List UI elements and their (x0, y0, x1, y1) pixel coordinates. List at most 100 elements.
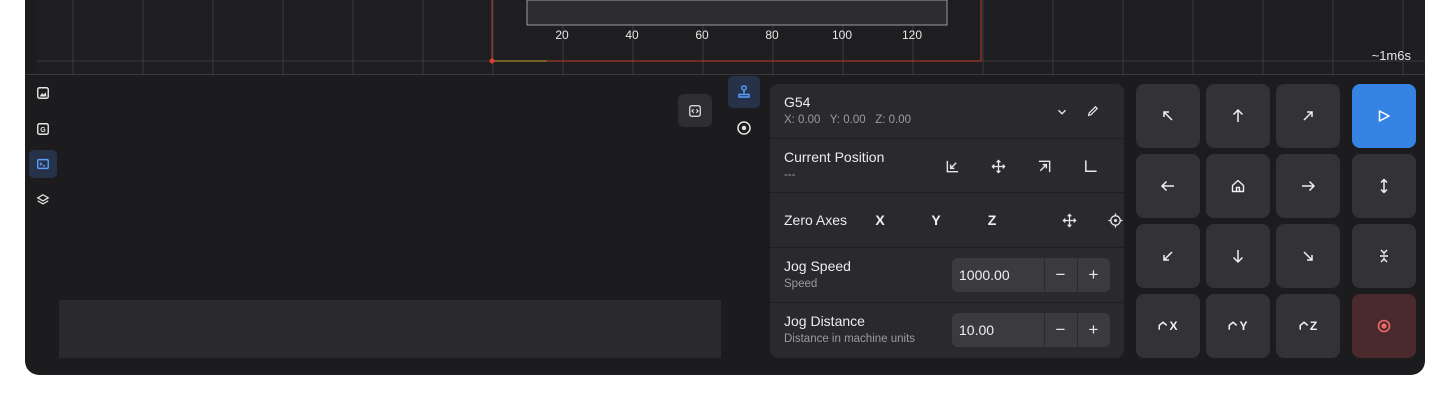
wcs-edit-button[interactable] (1081, 99, 1105, 123)
zero-z-button[interactable]: Z (980, 212, 1004, 228)
x-tick-label: 120 (902, 28, 922, 42)
visualizer-canvas[interactable]: 20 40 60 80 100 120 ~1m6s (37, 0, 1425, 74)
arrow-up-icon (1232, 108, 1244, 122)
svg-text:G: G (40, 127, 46, 134)
go-to-max-button[interactable] (1032, 154, 1056, 178)
gcode-view-button[interactable]: G (29, 115, 57, 143)
jog-speed-input[interactable]: 1000.00 (959, 267, 1010, 283)
x-tick-label: 20 (555, 28, 569, 42)
jog-speed-subtitle: Speed (784, 278, 818, 290)
image-view-button[interactable] (29, 79, 57, 107)
arrow-up-right-icon (1303, 111, 1313, 121)
jog-down-right-button[interactable] (1276, 224, 1340, 288)
arrow-up-left-icon (1163, 111, 1173, 121)
zero-target-button[interactable] (1103, 208, 1124, 232)
wcs-coords: X: 0.00 Y: 0.00 Z: 0.00 (784, 114, 911, 126)
layers-view-button[interactable] (29, 186, 57, 214)
layers-icon (36, 194, 50, 205)
code-toggle-button[interactable] (678, 94, 712, 127)
jog-speed-increment-button[interactable]: + (1077, 258, 1110, 292)
probe-icon (737, 121, 751, 135)
arrow-down-left-icon (1163, 251, 1173, 261)
current-position-value: --- (784, 169, 796, 181)
run-button[interactable] (1352, 84, 1416, 148)
home-icon (1231, 179, 1245, 193)
crosshair-icon (1107, 212, 1123, 228)
joystick-icon (738, 85, 750, 98)
wcs-name: G54 (784, 94, 811, 110)
arrow-down-right-icon (1303, 251, 1313, 261)
go-to-origin-icon (946, 160, 958, 172)
x-tick-label: 60 (695, 28, 709, 42)
home-axis-icon (1228, 321, 1238, 330)
left-rail: G (25, 75, 59, 375)
terminal-view-button[interactable] (29, 150, 57, 178)
jog-up-button[interactable] (1206, 84, 1270, 148)
home-z-label: Z (1309, 319, 1318, 333)
x-tick-label: 80 (765, 28, 779, 42)
code-icon (689, 104, 701, 117)
gcode-icon: G (37, 123, 49, 135)
jog-right-button[interactable] (1276, 154, 1340, 218)
move-icon (1061, 212, 1077, 228)
wcs-dropdown-button[interactable] (1050, 100, 1074, 124)
jog-up-right-button[interactable] (1276, 84, 1340, 148)
arrow-left-icon (1160, 180, 1174, 192)
home-z-button[interactable]: Z (1276, 294, 1340, 358)
z-jog-button[interactable] (1352, 154, 1416, 218)
x-tick-label: 40 (625, 28, 639, 42)
jog-home-button[interactable] (1206, 154, 1270, 218)
current-position-row: Current Position --- (770, 139, 1124, 193)
wcs-y: Y: 0.00 (829, 114, 866, 126)
jog-distance-decrement-button[interactable]: − (1044, 313, 1077, 347)
origin-marker (489, 58, 495, 64)
wcs-z: Z: 0.00 (875, 114, 912, 126)
jog-down-left-button[interactable] (1136, 224, 1200, 288)
jog-distance-subtitle: Distance in machine units (784, 333, 916, 345)
arrow-right-icon (1302, 180, 1316, 192)
zero-x-button[interactable]: X (868, 212, 892, 228)
jog-speed-title: Jog Speed (784, 258, 851, 274)
home-x-label: X (1169, 319, 1178, 333)
current-position-title: Current Position (784, 149, 885, 165)
collapse-vertical-icon (1380, 249, 1388, 263)
stop-record-icon (1377, 319, 1391, 333)
panel-divider (25, 74, 1425, 75)
play-icon (1378, 110, 1390, 122)
probe-panel-button[interactable] (728, 112, 760, 144)
jog-left-button[interactable] (1136, 154, 1200, 218)
image-icon (37, 87, 49, 99)
console-input[interactable] (59, 300, 721, 358)
home-y-button[interactable]: Y (1206, 294, 1270, 358)
jog-distance-input[interactable]: 10.00 (959, 322, 994, 338)
jog-distance-row: Jog Distance Distance in machine units 1… (770, 303, 1124, 358)
zero-y-button[interactable]: Y (924, 212, 948, 228)
home-x-button[interactable]: X (1136, 294, 1200, 358)
jog-panel-button[interactable] (728, 76, 760, 108)
console-output (59, 84, 721, 300)
z-collapse-button[interactable] (1352, 224, 1416, 288)
jog-distance-title: Jog Distance (784, 313, 865, 329)
jog-distance-increment-button[interactable]: + (1077, 313, 1110, 347)
jog-up-left-button[interactable] (1136, 84, 1200, 148)
stop-button[interactable] (1352, 294, 1416, 358)
terminal-icon (37, 158, 49, 170)
x-tick-label: 100 (832, 28, 852, 42)
jog-speed-decrement-button[interactable]: − (1044, 258, 1077, 292)
zero-all-button[interactable] (1057, 208, 1081, 232)
chevron-down-icon (1058, 109, 1066, 115)
axis-origin-icon (1084, 159, 1097, 172)
go-to-corner-icon (1038, 160, 1050, 172)
jog-down-button[interactable] (1206, 224, 1270, 288)
jog-distance-field: 10.00 − + (952, 313, 1110, 347)
jog-settings-card: G54 X: 0.00 Y: 0.00 Z: 0.00 Current Posi… (770, 84, 1124, 358)
set-origin-button[interactable] (1078, 154, 1102, 178)
app-window: 20 40 60 80 100 120 ~1m6s G G54 X: 0.00 … (25, 0, 1425, 375)
go-to-zero-button[interactable] (940, 154, 964, 178)
move-to-button[interactable] (986, 154, 1010, 178)
jog-speed-row: Jog Speed Speed 1000.00 − + (770, 248, 1124, 303)
zero-axes-row: Zero Axes X Y Z (770, 193, 1124, 248)
pencil-icon (1087, 105, 1099, 117)
wcs-x: X: 0.00 (784, 114, 821, 126)
time-estimate: ~1m6s (1371, 48, 1411, 63)
